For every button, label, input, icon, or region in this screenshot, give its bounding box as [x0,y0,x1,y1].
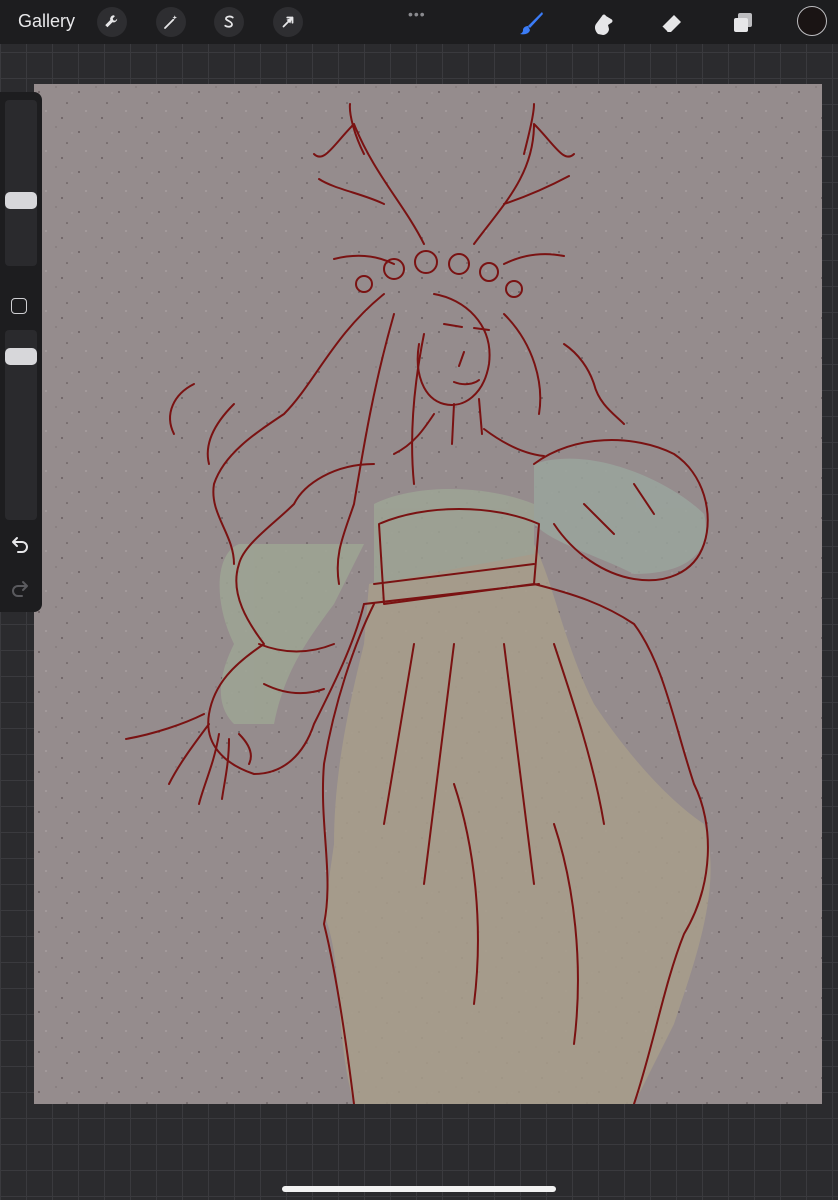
selection-s-icon [224,15,234,28]
layers-button[interactable] [728,8,758,38]
color-picker-button[interactable] [797,6,827,36]
arrow-cursor-icon [282,16,294,28]
undo-icon[interactable] [10,534,30,554]
redo-icon[interactable] [10,578,30,598]
sidebar [0,92,42,612]
brush-size-slider[interactable] [5,100,37,266]
smudge-tool-button[interactable] [588,8,618,38]
home-indicator[interactable] [282,1186,556,1192]
selection-button[interactable] [214,7,244,37]
brush-tool-button[interactable] [517,8,547,38]
eraser-tool-button[interactable] [657,8,687,38]
more-options-button[interactable]: ••• [408,6,426,22]
brush-size-slider-thumb[interactable] [5,191,37,209]
layers-icon [734,13,752,32]
actions-button[interactable] [97,7,127,37]
adjustments-button[interactable] [156,7,186,37]
artwork [34,84,822,1104]
toolbar: Gallery ••• [0,0,838,44]
brush-icon [520,12,543,35]
gallery-button[interactable]: Gallery [18,11,75,32]
transform-button[interactable] [273,7,303,37]
wrench-icon [105,15,118,28]
magic-wand-icon [164,15,177,29]
eraser-icon [661,15,681,33]
opacity-slider-thumb[interactable] [5,348,37,366]
modify-button[interactable] [11,298,27,314]
smudge-finger-icon [594,14,613,35]
drawing-canvas[interactable] [34,84,822,1104]
